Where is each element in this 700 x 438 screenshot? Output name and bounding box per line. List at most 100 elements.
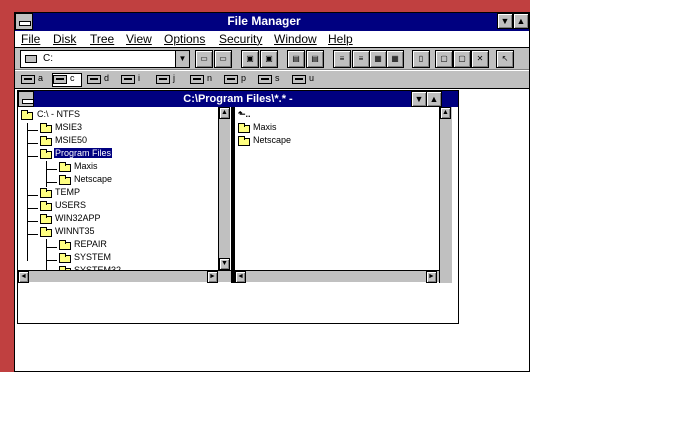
share-icon[interactable]: ▣ bbox=[241, 50, 259, 68]
file-manager-window: File Manager ▼ ▲ File Disk Tree View Opt… bbox=[14, 12, 530, 372]
maximize-button[interactable]: ▲ bbox=[426, 91, 442, 107]
menu-window[interactable]: Window bbox=[274, 32, 317, 46]
up-arrow-icon: ⬑ bbox=[238, 109, 246, 119]
tree-line bbox=[27, 143, 38, 144]
hard-drive-icon bbox=[53, 75, 67, 84]
tree-line bbox=[27, 234, 38, 235]
drive-p[interactable]: p bbox=[224, 73, 252, 86]
move-icon[interactable]: ▯ bbox=[412, 50, 430, 68]
tree-item-win32app[interactable]: WIN32APP bbox=[55, 213, 101, 223]
menu-file[interactable]: File bbox=[21, 32, 40, 46]
network-drive-icon bbox=[292, 75, 306, 84]
file-item-netscape[interactable]: Netscape bbox=[253, 135, 291, 145]
directory-tree-pane[interactable]: C:\ - NTFS MSIE3 MSIE50 Program Files Ma… bbox=[18, 107, 232, 276]
folder-icon bbox=[59, 253, 71, 263]
tree-horizontal-scrollbar[interactable]: ◄ ► bbox=[18, 270, 231, 283]
scroll-up-arrow-icon[interactable]: ▲ bbox=[440, 107, 451, 119]
folder-icon bbox=[40, 136, 52, 146]
copy-icon[interactable]: ▢ bbox=[435, 50, 453, 68]
tree-line bbox=[46, 182, 57, 183]
drive-label: n bbox=[207, 73, 213, 83]
scroll-right-arrow-icon[interactable]: ► bbox=[207, 271, 218, 283]
tree-line bbox=[46, 239, 47, 271]
title-bar[interactable]: File Manager ▼ ▲ bbox=[15, 13, 529, 31]
drive-j[interactable]: j bbox=[156, 73, 184, 86]
drive-i[interactable]: i bbox=[121, 73, 149, 86]
scroll-left-arrow-icon[interactable]: ◄ bbox=[18, 271, 29, 283]
menu-view[interactable]: View bbox=[126, 32, 152, 46]
tree-item-winnt35[interactable]: WINNT35 bbox=[55, 226, 95, 236]
file-list-vertical-scrollbar[interactable]: ▲ bbox=[439, 107, 452, 283]
maximize-button[interactable]: ▲ bbox=[513, 13, 529, 29]
folder-icon bbox=[59, 162, 71, 172]
drive-combo-value: C: bbox=[43, 53, 53, 64]
drive-d[interactable]: d bbox=[87, 73, 115, 86]
drive-s[interactable]: s bbox=[258, 73, 286, 86]
drive-root-icon bbox=[21, 110, 33, 120]
file-list-pane[interactable]: ⬑.. Maxis Netscape bbox=[235, 107, 439, 270]
tree-item-temp[interactable]: TEMP bbox=[55, 187, 80, 197]
drive-n[interactable]: n bbox=[190, 73, 218, 86]
directory-window-title-bar[interactable]: C:\Program Files\*.* - bbox=[18, 91, 458, 107]
details-view-icon[interactable]: ▤ bbox=[306, 50, 324, 68]
menu-security[interactable]: Security bbox=[219, 32, 262, 46]
scroll-right-arrow-icon[interactable]: ► bbox=[426, 271, 437, 283]
tree-item-program-files[interactable]: Program Files bbox=[54, 148, 113, 158]
large-icons-view-icon[interactable]: ▤ bbox=[287, 50, 305, 68]
network-drive-icon bbox=[224, 75, 238, 84]
tree-item-msie3[interactable]: MSIE3 bbox=[55, 122, 82, 132]
chevron-down-icon[interactable]: ▼ bbox=[175, 51, 189, 67]
stop-sharing-icon[interactable]: ▣ bbox=[260, 50, 278, 68]
network-drive-icon bbox=[121, 75, 135, 84]
system-menu-icon[interactable] bbox=[18, 91, 34, 107]
file-item-maxis[interactable]: Maxis bbox=[253, 122, 277, 132]
tree-item-msie50[interactable]: MSIE50 bbox=[55, 135, 87, 145]
scroll-up-arrow-icon[interactable]: ▲ bbox=[219, 107, 230, 119]
drive-label: s bbox=[275, 73, 280, 83]
connect-drive-icon[interactable]: ▭ bbox=[195, 50, 213, 68]
drive-label: c bbox=[70, 73, 75, 83]
folder-icon bbox=[59, 175, 71, 185]
menu-options[interactable]: Options bbox=[164, 32, 205, 46]
drive-a[interactable]: a bbox=[21, 73, 49, 86]
tree-line bbox=[46, 169, 57, 170]
menu-disk[interactable]: Disk bbox=[53, 32, 76, 46]
drive-label: a bbox=[38, 73, 44, 83]
sort-by-date-icon[interactable]: ▦ bbox=[386, 50, 404, 68]
delete-icon[interactable]: ✕ bbox=[471, 50, 489, 68]
tree-item-maxis[interactable]: Maxis bbox=[74, 161, 98, 171]
parent-directory-item[interactable]: ⬑.. bbox=[238, 109, 251, 120]
window-title: File Manager bbox=[227, 14, 301, 28]
tree-item-root[interactable]: C:\ - NTFS bbox=[37, 109, 80, 119]
network-drive-icon bbox=[190, 75, 204, 84]
menu-help[interactable]: Help bbox=[328, 32, 353, 46]
drive-combo[interactable]: C: ▼ bbox=[20, 50, 190, 68]
scroll-left-arrow-icon[interactable]: ◄ bbox=[235, 271, 246, 283]
help-pointer-icon[interactable]: ↖ bbox=[496, 50, 514, 68]
tree-item-users[interactable]: USERS bbox=[55, 200, 86, 210]
tree-item-netscape[interactable]: Netscape bbox=[74, 174, 112, 184]
drive-label: u bbox=[309, 73, 315, 83]
minimize-button[interactable]: ▼ bbox=[411, 91, 427, 107]
toolbar: C: ▼ ▭ ▭ ▣ ▣ ▤ ▤ ≡ ≡ ▦ ▦ ▯ ▢ ▢ ✕ ↖ bbox=[15, 48, 529, 70]
system-menu-icon[interactable] bbox=[15, 13, 33, 30]
tree-vertical-scrollbar[interactable]: ▲ ▼ bbox=[218, 107, 230, 270]
sort-by-size-icon[interactable]: ▦ bbox=[369, 50, 387, 68]
sort-by-type-icon[interactable]: ≡ bbox=[352, 50, 370, 68]
copy-to-icon[interactable]: ▢ bbox=[453, 50, 471, 68]
drive-u[interactable]: u bbox=[292, 73, 320, 86]
menu-bar: File Disk Tree View Options Security Win… bbox=[15, 31, 529, 48]
disconnect-drive-icon[interactable]: ▭ bbox=[214, 50, 232, 68]
folder-icon bbox=[238, 136, 250, 146]
network-drive-icon bbox=[156, 75, 170, 84]
menu-tree[interactable]: Tree bbox=[90, 32, 114, 46]
tree-item-system[interactable]: SYSTEM bbox=[74, 252, 111, 262]
tree-line bbox=[27, 195, 38, 196]
minimize-button[interactable]: ▼ bbox=[497, 13, 513, 29]
scroll-down-arrow-icon[interactable]: ▼ bbox=[219, 258, 230, 270]
drive-c[interactable]: c bbox=[52, 73, 82, 87]
sort-by-name-icon[interactable]: ≡ bbox=[333, 50, 351, 68]
file-list-horizontal-scrollbar[interactable]: ◄ ► bbox=[235, 270, 439, 283]
tree-item-repair[interactable]: REPAIR bbox=[74, 239, 107, 249]
tree-line bbox=[27, 208, 38, 209]
